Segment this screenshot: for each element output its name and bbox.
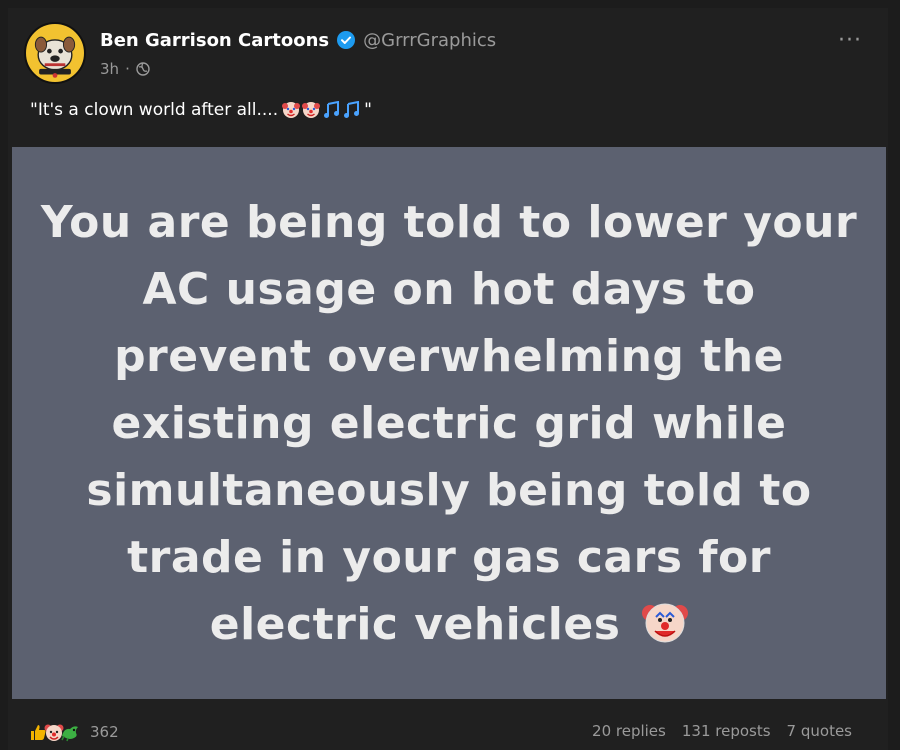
post-meta: 3h ·: [100, 60, 150, 78]
quotes-link[interactable]: 7 quotes: [787, 722, 852, 740]
clown-face-icon: [302, 102, 321, 118]
author-handle[interactable]: @GrrrGraphics: [363, 30, 496, 51]
post-header: Ben Garrison Cartoons @GrrrGraphics 3h ·…: [24, 22, 872, 92]
clown-face-icon: [642, 597, 689, 643]
globe-icon: [136, 62, 150, 76]
verified-badge-icon: [337, 31, 356, 49]
post-image[interactable]: You are being told to lower your AC usag…: [12, 147, 886, 699]
bulldog-avatar-icon[interactable]: [24, 22, 86, 84]
post-text-emojis: [282, 101, 360, 119]
engagement-stats: 20 replies 131 reposts 7 quotes: [592, 722, 852, 740]
music-note-icon: [344, 101, 360, 118]
post-timestamp[interactable]: 3h: [100, 60, 119, 78]
author-row: Ben Garrison Cartoons @GrrrGraphics: [100, 26, 496, 54]
post-card: Ben Garrison Cartoons @GrrrGraphics 3h ·…: [8, 8, 888, 750]
reaction-count: 362: [90, 723, 119, 741]
dragon-icon: [60, 722, 80, 742]
post-footer: 362 20 replies 131 reposts 7 quotes: [24, 718, 872, 746]
image-caption: You are being told to lower your AC usag…: [39, 189, 859, 658]
reposts-link[interactable]: 131 reposts: [682, 722, 771, 740]
music-note-icon: [324, 101, 340, 118]
author-display-name[interactable]: Ben Garrison Cartoons: [100, 30, 329, 51]
clown-face-icon: [282, 102, 301, 118]
more-options-button[interactable]: ···: [838, 28, 862, 53]
post-text-closing-quote: ": [364, 100, 372, 120]
meta-separator: ·: [125, 60, 130, 78]
post-text: "It's a clown world after all.... ": [30, 100, 372, 120]
replies-link[interactable]: 20 replies: [592, 722, 666, 740]
reactions-summary[interactable]: 362: [28, 722, 119, 742]
post-text-body: "It's a clown world after all....: [30, 100, 279, 120]
image-caption-text: You are being told to lower your AC usag…: [40, 196, 858, 650]
